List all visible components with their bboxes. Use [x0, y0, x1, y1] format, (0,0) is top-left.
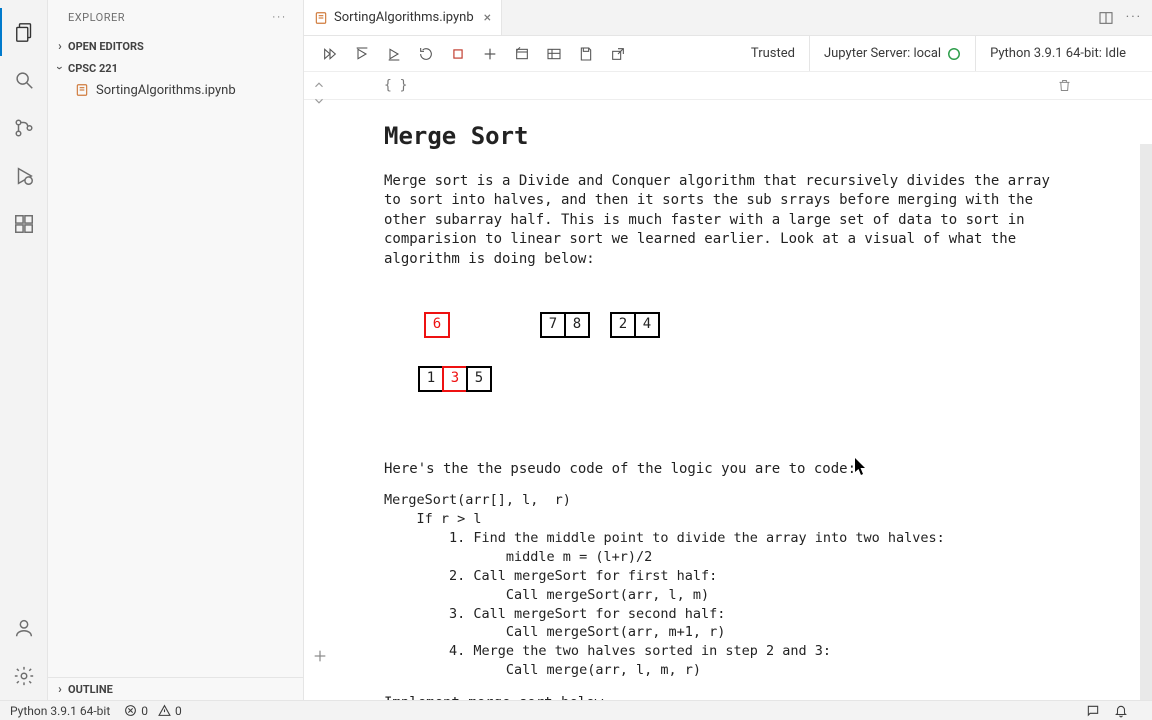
tab-more-icon[interactable]: ··· — [1126, 10, 1142, 25]
status-python[interactable]: Python 3.9.1 64-bit — [10, 704, 110, 718]
open-editors-section[interactable]: › OPEN EDITORS — [48, 35, 303, 57]
diagram-box: 3 — [442, 366, 468, 392]
sidebar-more-icon[interactable]: ··· — [272, 11, 287, 24]
status-bar: Python 3.9.1 64-bit 0 0 — [0, 700, 1152, 720]
clear-outputs-icon[interactable] — [508, 40, 536, 68]
run-debug-icon[interactable] — [0, 152, 48, 200]
pseudocode-block: MergeSort(arr[], l, r) If r > l 1. Find … — [384, 491, 1072, 680]
notebook-file-icon — [314, 11, 328, 25]
accounts-icon[interactable] — [0, 604, 48, 652]
paragraph-pseudo-intro: Here's the the pseudo code of the logic … — [384, 460, 1072, 480]
notebook-toolbar: Trusted Jupyter Server: local Python 3.9… — [304, 36, 1152, 72]
run-above-icon[interactable] — [348, 40, 376, 68]
add-cell-below-icon[interactable] — [312, 648, 328, 664]
cell-meta-braces[interactable]: { } — [384, 78, 407, 93]
status-feedback-icon[interactable] — [1086, 704, 1100, 718]
extensions-icon[interactable] — [0, 200, 48, 248]
activity-bar — [0, 0, 48, 700]
delete-cell-icon[interactable] — [1057, 78, 1072, 93]
diagram-group: 135 — [418, 366, 492, 392]
error-icon — [124, 704, 137, 717]
run-all-icon[interactable] — [316, 40, 344, 68]
close-tab-icon[interactable]: × — [484, 10, 491, 26]
paragraph-intro: Merge sort is a Divide and Conquer algor… — [384, 172, 1072, 270]
paragraph-implement: Implement merge sort below. — [384, 694, 1072, 700]
status-bell-icon[interactable] — [1114, 704, 1128, 718]
markdown-cell[interactable]: Merge Sort Merge sort is a Divide and Co… — [304, 100, 1152, 700]
save-icon[interactable] — [572, 40, 600, 68]
collapse-up-icon[interactable] — [312, 78, 326, 92]
add-cell-icon[interactable] — [476, 40, 504, 68]
diagram-group: 78 — [540, 312, 590, 338]
editor-tab[interactable]: SortingAlgorithms.ipynb × — [304, 0, 502, 35]
notebook-file-icon — [74, 82, 90, 98]
diagram-box: 4 — [634, 312, 660, 338]
export-icon[interactable] — [604, 40, 632, 68]
source-control-icon[interactable] — [0, 104, 48, 152]
outline-section[interactable]: › OUTLINE — [48, 677, 303, 700]
explorer-sidebar: EXPLORER ··· › OPEN EDITORS › CPSC 221 S… — [48, 0, 304, 700]
diagram-box: 6 — [424, 312, 450, 338]
folder-section[interactable]: › CPSC 221 — [48, 57, 303, 79]
chevron-down-icon: › — [53, 60, 67, 76]
jupyter-server-status[interactable]: Jupyter Server: local — [809, 36, 975, 71]
split-editor-icon[interactable] — [1098, 10, 1114, 26]
run-below-icon[interactable] — [380, 40, 408, 68]
diagram-box: 1 — [418, 366, 444, 392]
explorer-icon[interactable] — [0, 8, 48, 56]
editor-area: SortingAlgorithms.ipynb × ··· — [304, 0, 1152, 700]
tab-bar: SortingAlgorithms.ipynb × ··· — [304, 0, 1152, 36]
kernel-status[interactable]: Python 3.9.1 64-bit: Idle — [975, 36, 1140, 71]
cell-toolbar: { } — [304, 72, 1152, 100]
file-item[interactable]: SortingAlgorithms.ipynb — [48, 79, 303, 101]
diagram-box: 7 — [540, 312, 566, 338]
diagram-group: 6 — [424, 312, 450, 338]
warning-icon — [158, 704, 171, 717]
search-icon[interactable] — [0, 56, 48, 104]
status-errors[interactable]: 0 0 — [124, 704, 182, 718]
chevron-right-icon: › — [52, 39, 68, 53]
heading-merge-sort: Merge Sort — [384, 120, 1072, 154]
restart-kernel-icon[interactable] — [412, 40, 440, 68]
chevron-right-icon: › — [52, 682, 68, 696]
diagram-box: 8 — [564, 312, 590, 338]
notebook-body: { } Merge Sort Merge sort is a Divide an… — [304, 72, 1152, 700]
sidebar-title: EXPLORER — [68, 11, 125, 24]
interrupt-kernel-icon[interactable] — [444, 40, 472, 68]
tab-label: SortingAlgorithms.ipynb — [334, 10, 474, 25]
scrollbar[interactable] — [1140, 144, 1152, 700]
collapse-down-icon[interactable] — [312, 94, 326, 108]
server-ok-icon — [947, 47, 961, 61]
diagram-group: 24 — [610, 312, 660, 338]
diagram-box: 2 — [610, 312, 636, 338]
settings-gear-icon[interactable] — [0, 652, 48, 700]
trusted-status[interactable]: Trusted — [737, 36, 809, 71]
merge-sort-diagram: 67824 135 — [384, 282, 1072, 460]
diagram-box: 5 — [466, 366, 492, 392]
variables-icon[interactable] — [540, 40, 568, 68]
